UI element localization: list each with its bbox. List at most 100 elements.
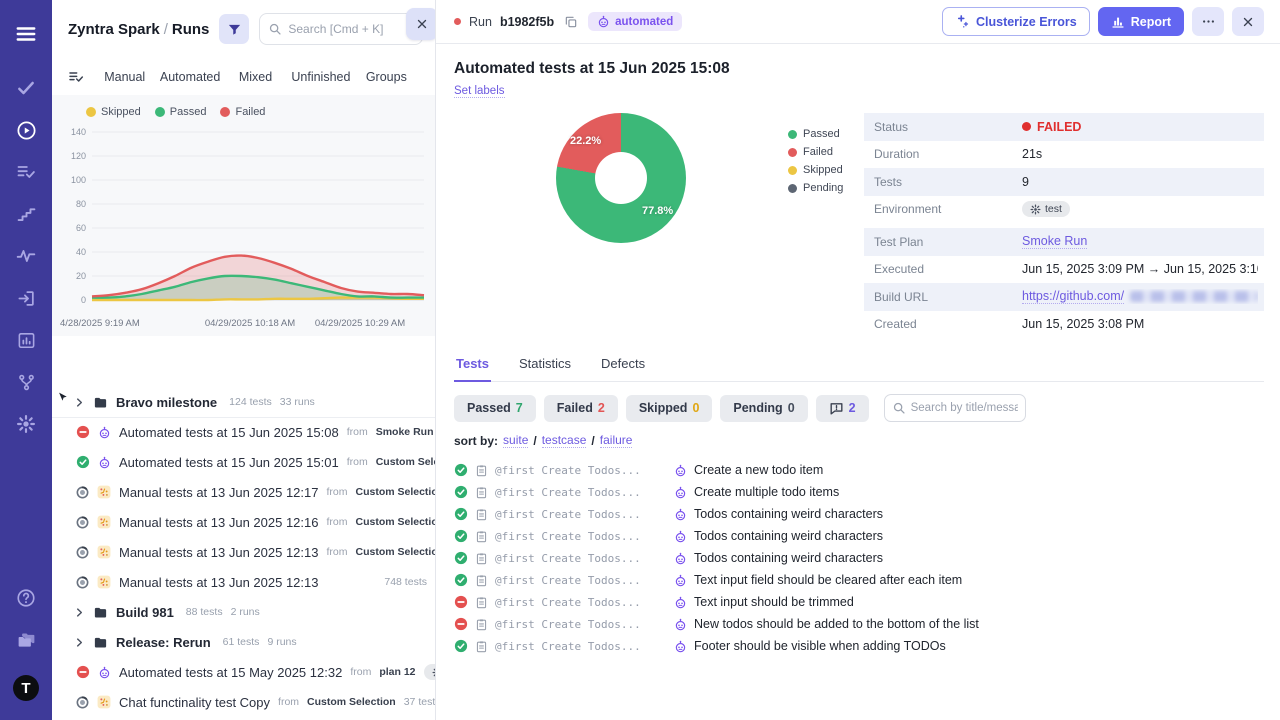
test-row[interactable]: @first Create Todos...Text input field s… [454, 569, 1264, 591]
close-icon [1241, 15, 1255, 29]
runs-folder-row[interactable]: Build 98188 tests2 runs [52, 597, 435, 627]
confetti-icon [97, 695, 111, 709]
pulse-icon [16, 246, 36, 266]
filter-chip-skipped[interactable]: Skipped0 [626, 395, 713, 422]
run-row[interactable]: Manual tests at 13 Jun 2025 12:17fromCus… [52, 477, 435, 507]
select-all-icon[interactable] [68, 69, 84, 85]
runs-search-input[interactable] [288, 22, 414, 36]
breadcrumb-project[interactable]: Zyntra Spark [68, 21, 160, 38]
run-row[interactable]: Automated tests at 15 May 2025 12:32from… [52, 657, 435, 687]
tab-mixed[interactable]: Mixed [223, 70, 288, 84]
clusterize-errors-button[interactable]: Clusterize Errors [942, 7, 1090, 36]
test-suite-path: @first Create Todos... [495, 596, 667, 609]
legend-item-skipped: Skipped [86, 106, 141, 118]
status-manual-icon [76, 576, 89, 589]
app-logo[interactable]: T [8, 670, 44, 706]
filter-chip-pending[interactable]: Pending0 [720, 395, 807, 422]
rail-item-folders[interactable] [8, 622, 44, 658]
build-url-link[interactable]: https://github.com/ [1022, 289, 1124, 304]
test-row[interactable]: @first Create Todos...Todos containing w… [454, 525, 1264, 547]
run-row[interactable]: Automated tests at 15 Jun 2025 15:01from… [52, 447, 435, 477]
run-row[interactable]: Automated tests at 15 Jun 2025 15:08from… [52, 417, 435, 447]
bar-chart-icon [17, 331, 36, 350]
breadcrumb: Zyntra Spark/Runs [68, 21, 209, 38]
tab-tests[interactable]: Tests [454, 356, 491, 382]
status-manual-icon [76, 696, 89, 709]
robot-icon [674, 530, 687, 543]
run-status-dot [454, 18, 461, 25]
filter-chip-label: Skipped [639, 401, 688, 415]
sort-link-testcase[interactable]: testcase [542, 433, 587, 448]
rail-item-gear[interactable] [8, 406, 44, 442]
detail-value: Jun 15, 2025 3:09 PM → Jun 15, 2025 3:10… [1022, 262, 1258, 276]
folder-icon [93, 635, 108, 650]
rail-item-import[interactable] [8, 280, 44, 316]
rail-item-menu[interactable] [8, 16, 44, 52]
tab-groups[interactable]: Groups [354, 70, 419, 84]
from-label: from [326, 486, 347, 498]
run-row[interactable]: Chat functinality test CopyfromCustom Se… [52, 687, 435, 717]
runs-folder-row[interactable]: Release: Rerun61 tests9 runs [52, 627, 435, 657]
detail-label: Created [874, 317, 1022, 331]
detail-text: Jun 15, 2025 3:09 PM → Jun 15, 2025 3:10… [1022, 262, 1258, 276]
test-title: Text input field should be cleared after… [694, 573, 962, 587]
from-label: from [326, 516, 347, 528]
test-row[interactable]: @first Create Todos...New todos should b… [454, 613, 1264, 635]
donut-legend-dot [788, 148, 797, 157]
sort-link-suite[interactable]: suite [503, 433, 528, 448]
tab-manual[interactable]: Manual [92, 70, 157, 84]
tests-search-input[interactable] [911, 402, 1018, 414]
set-labels-link[interactable]: Set labels [454, 85, 505, 98]
runs-folder-row[interactable]: Bravo milestone124 tests33 runs [52, 387, 435, 417]
test-row[interactable]: @first Create Todos...Todos containing w… [454, 547, 1264, 569]
run-title: Automated tests at 15 May 2025 12:32 [119, 665, 342, 680]
tab-unfinished[interactable]: Unfinished [288, 70, 353, 84]
status-passed-icon [454, 507, 468, 521]
rail-item-help[interactable] [8, 580, 44, 616]
legend-dot [155, 107, 165, 117]
test-row[interactable]: @first Create Todos...Footer should be v… [454, 635, 1264, 657]
folder-tests-count: 88 tests [186, 606, 223, 618]
sort-link-failure[interactable]: failure [600, 433, 633, 448]
rail-item-bar-chart[interactable] [8, 322, 44, 358]
close-run-button[interactable] [1232, 7, 1264, 36]
test-plan-link[interactable]: Smoke Run [1022, 234, 1087, 249]
test-row[interactable]: @first Create Todos...Create a new todo … [454, 459, 1264, 481]
folder-runs-count: 9 runs [267, 636, 296, 648]
test-row[interactable]: @first Create Todos...Todos containing w… [454, 503, 1264, 525]
rail-item-list-check[interactable] [8, 154, 44, 190]
run-title: Manual tests at 13 Jun 2025 12:13 [119, 545, 318, 560]
test-row[interactable]: @first Create Todos...Text input should … [454, 591, 1264, 613]
rail-item-play-circle[interactable] [8, 112, 44, 148]
run-title: Automated tests at 15 Jun 2025 15:08 [454, 60, 1264, 78]
detail-value: Jun 15, 2025 3:08 PM [1022, 317, 1144, 331]
rail-item-check[interactable] [8, 70, 44, 106]
report-button[interactable]: Report [1098, 7, 1184, 36]
list-check-icon [16, 162, 36, 182]
search-icon [268, 22, 282, 36]
filter-chip-passed[interactable]: Passed7 [454, 395, 536, 422]
filter-chip-comments[interactable]: 2 [816, 395, 869, 422]
rail-item-branch[interactable] [8, 364, 44, 400]
donut-legend-item-pending: Pending [788, 181, 843, 196]
donut-legend-item-failed: Failed [788, 145, 843, 160]
tab-defects[interactable]: Defects [599, 356, 647, 381]
status-text: FAILED [1037, 120, 1081, 134]
ellipsis-icon [1201, 14, 1216, 29]
copy-run-id-icon[interactable] [562, 13, 580, 31]
runs-panel: Zyntra Spark/Runs ManualAutomatedMixedUn… [52, 0, 436, 720]
close-panel-icon[interactable] [406, 8, 436, 40]
rail-item-steps[interactable] [8, 196, 44, 232]
tab-automated[interactable]: Automated [157, 70, 222, 84]
run-row[interactable]: Manual tests at 13 Jun 2025 12:16fromCus… [52, 507, 435, 537]
filter-button[interactable] [219, 14, 249, 44]
breadcrumb-separator: / [160, 21, 172, 38]
rail-item-pulse[interactable] [8, 238, 44, 274]
test-row[interactable]: @first Create Todos...Create multiple to… [454, 481, 1264, 503]
run-row[interactable]: Manual tests at 13 Jun 2025 12:13748 tes… [52, 567, 435, 597]
run-row[interactable]: Manual tests at 13 Jun 2025 12:13fromCus… [52, 537, 435, 567]
more-actions-button[interactable] [1192, 7, 1224, 36]
tab-statistics[interactable]: Statistics [517, 356, 573, 381]
filter-chip-failed[interactable]: Failed2 [544, 395, 618, 422]
legend-label: Passed [170, 106, 207, 118]
